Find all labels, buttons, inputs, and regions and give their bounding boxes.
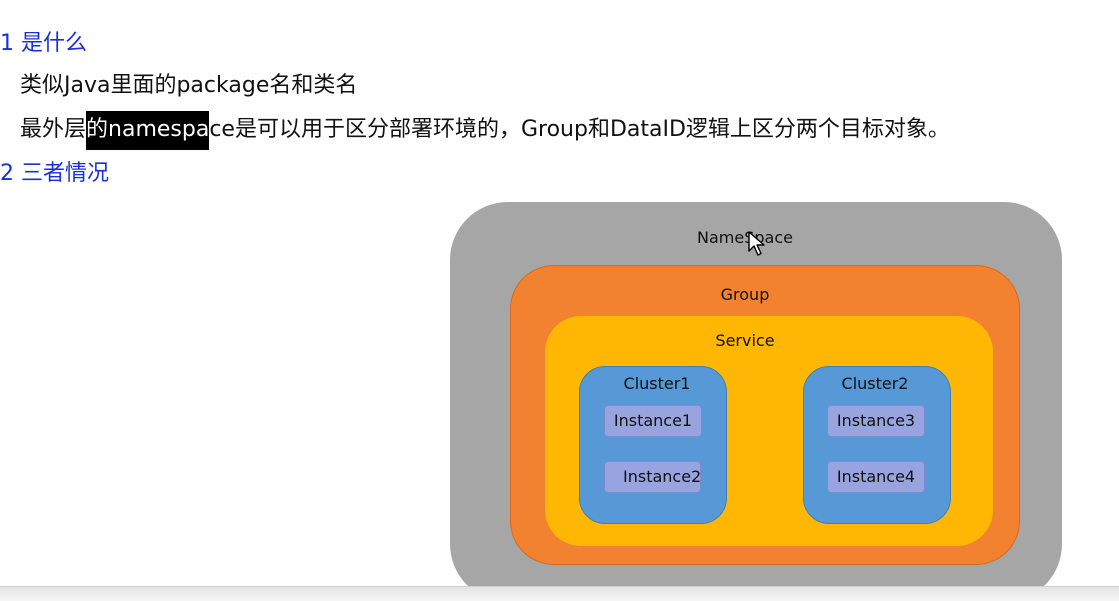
cluster-2-label: Cluster2 [841, 374, 909, 393]
group-label: Group [720, 285, 770, 304]
instance-4-box: Instance4 [827, 461, 925, 493]
section-1-line-1: 类似Java里面的package名和类名 [20, 73, 358, 98]
document-page: 1 是什么 类似Java里面的package名和类名 最外层的namespace… [0, 0, 1119, 601]
mouse-pointer-icon [748, 231, 765, 256]
text-selection-highlight: 的namespa [86, 111, 210, 150]
namespace-label: NameSpace [697, 228, 793, 247]
bottom-scroll-bar[interactable] [0, 586, 1119, 601]
instance-3-box: Instance3 [827, 405, 925, 437]
instance-1-box: Instance1 [604, 405, 702, 437]
line-2-prefix: 最外层 [20, 117, 87, 142]
section-1-line-2: 最外层的namespace是可以用于区分部署环境的，Group和DataID逻辑… [20, 111, 950, 150]
cluster-1-label: Cluster1 [623, 374, 691, 393]
line-2-suffix: ce是可以用于区分部署环境的，Group和DataID逻辑上区分两个目标对象。 [209, 117, 950, 142]
instance-2-box: Instance2 [604, 461, 701, 493]
section-2-heading: 2 三者情况 [0, 161, 109, 186]
section-1-heading: 1 是什么 [0, 31, 87, 56]
service-label: Service [715, 331, 775, 350]
